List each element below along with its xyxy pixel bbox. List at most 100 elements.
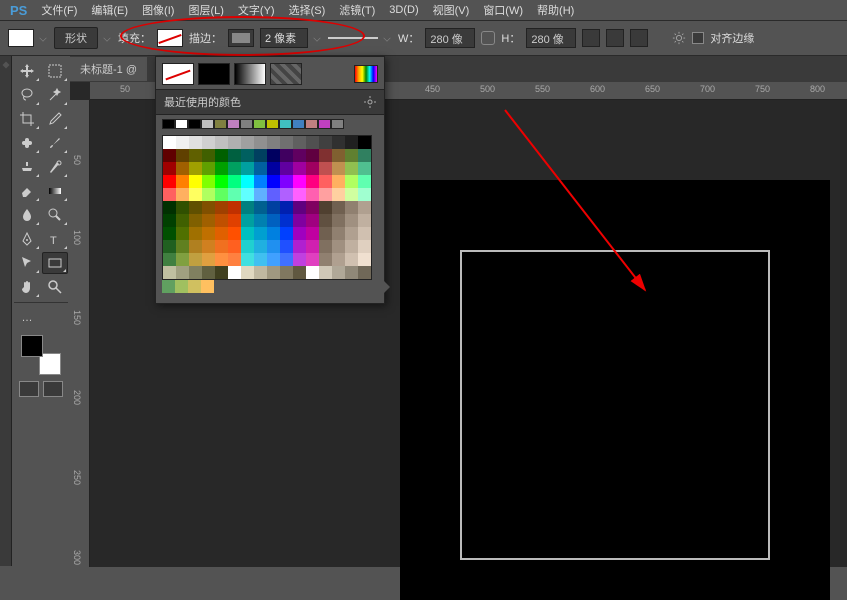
color-swatch[interactable] [267,149,280,162]
color-swatch[interactable] [280,214,293,227]
color-swatch[interactable] [293,227,306,240]
recent-color-swatch[interactable] [266,119,279,129]
color-swatch[interactable] [358,240,371,253]
color-swatch[interactable] [332,227,345,240]
color-swatch[interactable] [215,149,228,162]
color-swatch[interactable] [358,136,371,149]
color-swatch[interactable] [332,214,345,227]
color-swatch[interactable] [241,136,254,149]
color-swatch[interactable] [163,149,176,162]
color-swatch[interactable] [345,227,358,240]
stroke-style-preview[interactable] [328,37,378,39]
color-swatch[interactable] [358,214,371,227]
color-swatch[interactable] [280,136,293,149]
color-swatch[interactable] [267,162,280,175]
color-swatch[interactable] [189,214,202,227]
align-edges-checkbox[interactable] [692,32,704,44]
recent-color-swatch[interactable] [305,119,318,129]
color-swatch[interactable] [267,240,280,253]
rectangle-shape[interactable] [460,250,770,560]
history-brush-tool[interactable] [42,156,68,178]
color-swatch[interactable] [293,214,306,227]
color-swatch[interactable] [267,188,280,201]
color-swatch[interactable] [293,162,306,175]
color-swatch[interactable] [358,201,371,214]
color-swatch[interactable] [202,136,215,149]
quick-mask-button[interactable] [19,381,39,397]
gradient-tool[interactable] [42,180,68,202]
color-swatch[interactable] [280,240,293,253]
color-swatch[interactable] [319,175,332,188]
color-swatch[interactable] [228,149,241,162]
color-swatch[interactable] [345,266,358,279]
color-swatch[interactable] [215,214,228,227]
color-swatch[interactable] [163,214,176,227]
gradient-button[interactable] [234,63,266,85]
color-swatch[interactable] [254,227,267,240]
recent-color-swatch[interactable] [227,119,240,129]
color-swatch[interactable] [241,214,254,227]
recent-color-swatch[interactable] [253,119,266,129]
color-swatch[interactable] [280,201,293,214]
color-swatch[interactable] [176,149,189,162]
color-swatch[interactable] [188,280,201,293]
color-swatch[interactable] [189,240,202,253]
color-swatch[interactable] [332,188,345,201]
color-swatch[interactable] [215,201,228,214]
color-swatch[interactable] [254,149,267,162]
color-swatch[interactable] [293,201,306,214]
path-alignment-button[interactable] [606,29,624,47]
type-tool[interactable]: T [42,228,68,250]
clone-stamp-tool[interactable] [14,156,40,178]
color-swatch[interactable] [176,227,189,240]
color-swatch[interactable] [345,149,358,162]
color-swatch[interactable] [254,240,267,253]
recent-color-swatch[interactable] [279,119,292,129]
menu-3d[interactable]: 3D(D) [383,2,424,18]
color-swatch[interactable] [319,240,332,253]
color-swatch[interactable] [201,280,214,293]
color-swatch[interactable] [306,136,319,149]
color-swatch[interactable] [345,253,358,266]
stroke-swatch[interactable] [228,29,254,47]
foreground-color[interactable] [21,335,43,357]
pattern-button[interactable] [270,63,302,85]
screen-mode-button[interactable] [43,381,63,397]
color-swatch[interactable] [202,214,215,227]
color-swatch[interactable] [163,188,176,201]
healing-brush-tool[interactable] [14,132,40,154]
color-swatch[interactable] [345,136,358,149]
recent-color-swatch[interactable] [188,119,201,129]
color-swatch[interactable] [293,188,306,201]
menu-filter[interactable]: 滤镜(T) [333,0,381,20]
color-swatch[interactable] [306,175,319,188]
color-swatch[interactable] [189,266,202,279]
color-swatch[interactable] [215,175,228,188]
zoom-tool[interactable] [42,276,68,298]
color-swatch[interactable] [306,188,319,201]
color-swatch[interactable] [228,201,241,214]
color-swatch[interactable] [319,162,332,175]
color-swatch[interactable] [202,253,215,266]
eyedropper-tool[interactable] [42,108,68,130]
color-swatch[interactable] [241,201,254,214]
color-swatch[interactable] [293,240,306,253]
recent-color-swatch[interactable] [292,119,305,129]
color-swatch[interactable] [280,162,293,175]
color-swatch[interactable] [189,162,202,175]
color-swatch[interactable] [306,201,319,214]
document-tab[interactable]: 未标题-1 @ [70,57,147,81]
rectangle-tool[interactable] [42,252,68,274]
color-swatch[interactable] [215,227,228,240]
color-swatch[interactable] [202,149,215,162]
color-picker-button[interactable] [354,65,378,83]
edit-toolbar-button[interactable]: … [14,307,40,329]
color-swatch[interactable] [280,227,293,240]
color-swatch[interactable] [163,253,176,266]
color-swatch[interactable] [202,266,215,279]
color-swatch[interactable] [358,162,371,175]
color-swatch[interactable] [345,201,358,214]
color-swatch[interactable] [241,175,254,188]
gear-icon[interactable] [672,31,686,45]
color-swatch[interactable] [176,188,189,201]
